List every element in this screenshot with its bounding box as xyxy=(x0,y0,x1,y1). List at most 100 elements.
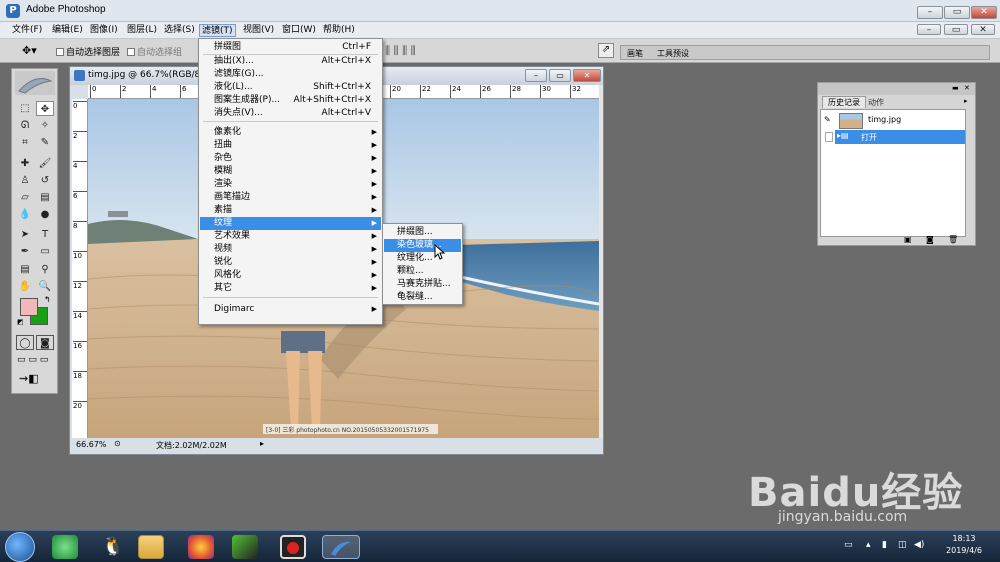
foreground-color-swatch[interactable] xyxy=(20,298,38,316)
history-snapshot[interactable]: ✎ timg.jpg xyxy=(823,112,963,130)
texture-submenu-item[interactable]: 马赛克拼贴... xyxy=(384,278,461,291)
panel-minimize-button[interactable]: ▬ xyxy=(952,84,959,92)
actions-tab[interactable]: 动作 xyxy=(868,97,898,108)
blur-tool-icon[interactable]: 💧 xyxy=(16,207,34,222)
default-colors-icon[interactable]: ◩ xyxy=(17,318,24,326)
filter-menu-item[interactable]: 其它 ▶ xyxy=(200,282,381,295)
status-menu-arrow-icon[interactable]: ▸ xyxy=(260,439,264,448)
start-button[interactable] xyxy=(5,532,35,562)
standard-mode-icon[interactable]: ◯ xyxy=(16,335,34,350)
history-panel-titlebar[interactable]: ▬ ✕ xyxy=(818,83,975,95)
screen-recorder-icon[interactable] xyxy=(280,535,306,559)
doc-restore-button[interactable]: ▭ xyxy=(944,24,968,35)
doc-win-minimize-button[interactable]: – xyxy=(525,69,547,82)
gradient-tool-icon[interactable]: ▤ xyxy=(36,190,54,205)
move-tool-icon[interactable]: ✥ xyxy=(36,101,54,116)
usb-tray-icon[interactable]: ▮ xyxy=(882,540,887,550)
path-selection-tool-icon[interactable]: ➤ xyxy=(16,227,34,242)
screen-mode-icons[interactable]: ▭ ▭ ▭ xyxy=(17,355,48,365)
doc-win-close-button[interactable]: ✕ xyxy=(573,69,601,82)
menu-select[interactable]: 选择(S) xyxy=(162,24,197,37)
filter-menu-item[interactable]: 扭曲 ▶ xyxy=(200,139,381,152)
volume-tray-icon[interactable]: ◀) xyxy=(914,540,924,550)
minimize-button[interactable]: – xyxy=(917,6,943,19)
notes-tool-icon[interactable]: ▤ xyxy=(16,262,34,277)
menu-layer[interactable]: 图层(L) xyxy=(125,24,159,37)
filter-menu-item[interactable]: Digimarc ▶ xyxy=(200,303,381,316)
taskbar-clock[interactable]: 18:13 2019/4/6 xyxy=(934,533,994,557)
photoshop-taskbar-icon[interactable] xyxy=(322,535,360,559)
filter-menu-item[interactable]: 锐化 ▶ xyxy=(200,256,381,269)
filter-menu-item[interactable]: 视频 ▶ xyxy=(200,243,381,256)
brush-tool-icon[interactable]: 🖌 xyxy=(36,156,54,171)
clone-stamp-tool-icon[interactable]: ♙ xyxy=(16,173,34,188)
network-tray-icon[interactable]: ◫ xyxy=(898,540,907,550)
filter-menu-item[interactable]: 渲染 ▶ xyxy=(200,178,381,191)
menu-file[interactable]: 文件(F) xyxy=(10,24,44,37)
eraser-tool-icon[interactable]: ▱ xyxy=(16,190,34,205)
healing-brush-tool-icon[interactable]: ✚ xyxy=(16,156,34,171)
align-icons[interactable]: ⫼ ⫼ ⫼ ⫼ xyxy=(385,44,416,58)
texture-submenu-item[interactable]: 龟裂缝... xyxy=(384,291,461,304)
firefox-icon[interactable] xyxy=(188,535,214,559)
filter-menu-item[interactable]: 拼缀图 Ctrl+F xyxy=(200,41,381,54)
zoom-tool-icon[interactable]: 🔍 xyxy=(36,279,54,294)
auto-select-layer-checkbox[interactable]: 自动选择图层 xyxy=(56,45,120,58)
filter-menu-item[interactable]: 纹理 ▶ xyxy=(200,217,381,230)
zoom-level[interactable]: 66.67% xyxy=(76,440,107,449)
texture-submenu-item[interactable]: 颗粒... xyxy=(384,265,461,278)
panel-close-button[interactable]: ✕ xyxy=(964,84,970,92)
texture-submenu-item[interactable]: 纹理化... xyxy=(384,252,461,265)
brushes-tab[interactable]: 画笔 xyxy=(627,48,643,59)
file-explorer-icon[interactable] xyxy=(138,535,164,559)
hand-tool-icon[interactable]: ✋ xyxy=(16,279,34,294)
menu-window[interactable]: 窗口(W) xyxy=(280,24,318,37)
file-browser-icon[interactable]: ⇗ xyxy=(598,43,614,58)
panel-menu-arrow-icon[interactable]: ▸ xyxy=(964,97,968,105)
history-brush-tool-icon[interactable]: ↺ xyxy=(36,173,54,188)
delete-state-icon[interactable]: 🗑 xyxy=(948,235,958,244)
media-player-icon[interactable] xyxy=(232,535,258,559)
lasso-tool-icon[interactable]: ᘏ xyxy=(16,118,34,133)
menu-image[interactable]: 图像(I) xyxy=(88,24,120,37)
filter-menu-item[interactable]: 像素化 ▶ xyxy=(200,126,381,139)
keyboard-tray-icon[interactable]: ▭ xyxy=(844,540,853,550)
tool-presets-tab[interactable]: 工具预设 xyxy=(657,48,689,59)
doc-win-maximize-button[interactable]: ▭ xyxy=(549,69,571,82)
history-brush-source-box[interactable] xyxy=(825,132,833,142)
auto-select-group-checkbox[interactable]: 自动选择组 xyxy=(127,45,182,58)
swap-colors-icon[interactable]: ↰ xyxy=(44,295,51,304)
slice-tool-icon[interactable]: ✎ xyxy=(36,135,54,150)
crop-tool-icon[interactable]: ⌗ xyxy=(16,135,34,150)
type-tool-icon[interactable]: T xyxy=(36,227,54,242)
filter-menu-item[interactable]: 消失点(V)... Alt+Ctrl+V xyxy=(200,107,381,120)
filter-menu-item[interactable]: 图案生成器(P)... Alt+Shift+Ctrl+X xyxy=(200,94,381,107)
menu-help[interactable]: 帮助(H) xyxy=(321,24,357,37)
new-document-from-state-icon[interactable]: ▣ xyxy=(904,235,912,244)
doc-minimize-button[interactable]: – xyxy=(917,24,941,35)
quick-mask-icon[interactable]: ◙ xyxy=(36,335,54,350)
filter-menu-item[interactable]: 素描 ▶ xyxy=(200,204,381,217)
filter-menu-item[interactable]: 杂色 ▶ xyxy=(200,152,381,165)
filter-menu-item[interactable]: 液化(L)... Shift+Ctrl+X xyxy=(200,81,381,94)
qq-icon[interactable]: 🐧 xyxy=(100,535,126,559)
marquee-tool-icon[interactable]: ⬚ xyxy=(16,101,34,116)
eyedropper-tool-icon[interactable]: ⚲ xyxy=(36,262,54,277)
history-tab[interactable]: 历史记录 xyxy=(822,96,866,108)
menu-filter[interactable]: 滤镜(T) xyxy=(199,24,236,37)
vertical-scrollbar[interactable] xyxy=(599,85,603,438)
dodge-tool-icon[interactable]: ● xyxy=(36,207,54,222)
shape-tool-icon[interactable]: ▭ xyxy=(36,244,54,259)
doc-close-button[interactable]: ✕ xyxy=(971,24,995,35)
magic-wand-tool-icon[interactable]: ✧ xyxy=(36,118,54,133)
new-snapshot-icon[interactable]: ◙ xyxy=(926,235,934,244)
pen-tool-icon[interactable]: ✒ xyxy=(16,244,34,259)
status-info-icon[interactable]: ⊙ xyxy=(114,439,121,448)
menu-view[interactable]: 视图(V) xyxy=(241,24,276,37)
snapshot-brush-icon[interactable]: ✎ xyxy=(824,115,831,124)
filter-menu-item[interactable]: 艺术效果 ▶ xyxy=(200,230,381,243)
menu-edit[interactable]: 编辑(E) xyxy=(50,24,85,37)
jump-to-imageready-icon[interactable]: ⇝◧ xyxy=(19,372,39,385)
filter-menu-item[interactable]: 抽出(X)... Alt+Ctrl+X xyxy=(200,55,381,68)
tray-arrow-icon[interactable]: ▴ xyxy=(866,540,871,550)
